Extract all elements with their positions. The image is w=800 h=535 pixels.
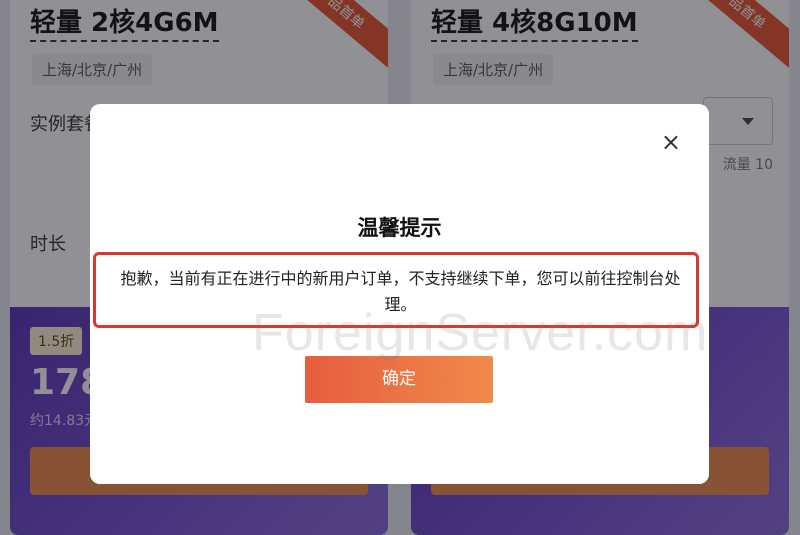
confirm-button[interactable]: 确定 xyxy=(305,356,493,403)
notice-dialog: × 温馨提示 抱歉，当前有正在进行中的新用户订单，不支持继续下单，您可以前往控制… xyxy=(90,104,709,484)
dialog-title: 温馨提示 xyxy=(357,216,442,240)
dialog-message: 抱歉，当前有正在进行中的新用户订单，不支持继续下单，您可以前往控制台处理。 xyxy=(120,269,681,314)
close-icon[interactable]: × xyxy=(661,130,681,154)
